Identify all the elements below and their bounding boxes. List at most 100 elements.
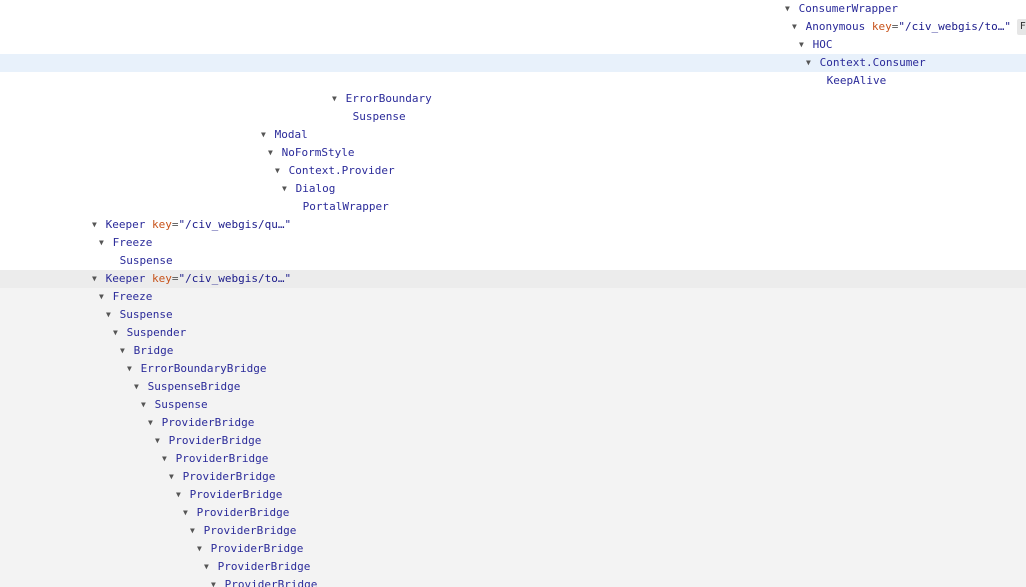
component-name: ProviderBridge xyxy=(189,488,283,501)
component-name: Keeper xyxy=(105,272,146,285)
component-name: Freeze xyxy=(112,290,153,303)
expand-arrow-icon[interactable]: ▼ xyxy=(134,378,141,396)
expand-arrow-icon[interactable]: ▼ xyxy=(197,540,204,558)
expand-arrow-icon[interactable]: ▼ xyxy=(785,0,792,18)
expand-arrow-icon[interactable]: ▼ xyxy=(275,162,282,180)
component-name: ErrorBoundaryBridge xyxy=(140,362,267,375)
expand-arrow-icon[interactable]: ▼ xyxy=(183,504,190,522)
tree-row[interactable]: Suspense xyxy=(0,252,1026,270)
tree-row[interactable]: ▼ Context.Provider xyxy=(0,162,1026,180)
expand-arrow-icon[interactable]: ▼ xyxy=(792,18,799,36)
expand-arrow-icon[interactable]: ▼ xyxy=(176,486,183,504)
expand-arrow-icon[interactable]: ▼ xyxy=(99,288,106,306)
tree-row[interactable]: ▼ SuspenseBridge xyxy=(0,378,1026,396)
tree-row[interactable]: ▼ ProviderBridge xyxy=(0,522,1026,540)
key-attr-label: key xyxy=(871,20,892,33)
component-name: ProviderBridge xyxy=(203,524,297,537)
component-name: Anonymous xyxy=(805,20,866,33)
tree-row[interactable]: ▼ ProviderBridge xyxy=(0,576,1026,587)
tree-row[interactable]: ▼ HOC xyxy=(0,36,1026,54)
tree-row[interactable]: ▼ Suspense xyxy=(0,306,1026,324)
expand-arrow-icon[interactable]: ▼ xyxy=(806,54,813,72)
component-name: Dialog xyxy=(295,182,336,195)
component-name: Suspense xyxy=(352,110,406,123)
component-name: Bridge xyxy=(133,344,174,357)
expand-arrow-icon[interactable]: ▼ xyxy=(268,144,275,162)
expand-arrow-icon[interactable]: ▼ xyxy=(148,414,155,432)
tree-row[interactable]: ▼ ProviderBridge xyxy=(0,468,1026,486)
expand-arrow-icon[interactable]: ▼ xyxy=(106,306,113,324)
component-name: ConsumerWrapper xyxy=(798,2,898,15)
tree-row[interactable]: Suspense xyxy=(0,108,1026,126)
tree-row[interactable]: ▼ Freeze xyxy=(0,234,1026,252)
tree-row[interactable]: ▼ NoFormStyle xyxy=(0,144,1026,162)
component-badge: F xyxy=(1016,19,1026,35)
tree-row[interactable]: ▼ ErrorBoundaryBridge xyxy=(0,360,1026,378)
key-attr-label: key xyxy=(152,272,172,285)
key-value: "/civ_webgis/qu…" xyxy=(178,218,292,231)
expand-arrow-icon[interactable]: ▼ xyxy=(113,324,120,342)
tree-row[interactable]: KeepAlive xyxy=(0,72,1026,90)
component-name: NoFormStyle xyxy=(281,146,355,159)
component-name: Modal xyxy=(274,128,308,141)
key-equals: = xyxy=(171,272,179,285)
tree-row[interactable]: ▼ ProviderBridge xyxy=(0,558,1026,576)
expand-arrow-icon[interactable]: ▼ xyxy=(282,180,289,198)
component-name: ErrorBoundary xyxy=(345,92,432,105)
component-name: HOC xyxy=(812,38,833,51)
tree-row[interactable]: PortalWrapper xyxy=(0,198,1026,216)
component-name: ProviderBridge xyxy=(224,578,318,587)
expand-arrow-icon[interactable]: ▼ xyxy=(141,396,148,414)
tree-row[interactable]: ▼ ProviderBridge xyxy=(0,540,1026,558)
component-name: ProviderBridge xyxy=(210,542,304,555)
tree-row-selected[interactable]: ▼ Context.Consumer xyxy=(0,54,1026,72)
tree-row[interactable]: ▼ ErrorBoundary xyxy=(0,90,1026,108)
tree-row[interactable]: ▼ Freeze xyxy=(0,288,1026,306)
component-name: Context.Consumer xyxy=(819,56,926,69)
key-value: "/civ_webgis/to…" xyxy=(178,272,292,285)
tree-row-hovered[interactable]: ▼ Keeper key="/civ_webgis/to…" xyxy=(0,270,1026,288)
expand-arrow-icon[interactable]: ▼ xyxy=(332,90,339,108)
expand-arrow-icon[interactable]: ▼ xyxy=(92,270,99,288)
expand-arrow-icon[interactable]: ▼ xyxy=(799,36,806,54)
expand-arrow-icon[interactable]: ▼ xyxy=(120,342,127,360)
component-name: Suspense xyxy=(119,308,173,321)
tree-row[interactable]: ▼ ProviderBridge xyxy=(0,504,1026,522)
component-tree: ▼ ConsumerWrapper ▼ Anonymous key="/civ_… xyxy=(0,0,1026,587)
tree-row[interactable]: ▼ ProviderBridge xyxy=(0,432,1026,450)
tree-row[interactable]: ▼ ProviderBridge xyxy=(0,414,1026,432)
expand-arrow-icon[interactable]: ▼ xyxy=(99,234,106,252)
key-equals: = xyxy=(171,218,179,231)
key-attr-label: key xyxy=(152,218,172,231)
component-name: ProviderBridge xyxy=(182,470,276,483)
tree-row[interactable]: ▼ Suspender xyxy=(0,324,1026,342)
component-name: Suspender xyxy=(126,326,187,339)
component-name: SuspenseBridge xyxy=(147,380,241,393)
expand-arrow-icon[interactable]: ▼ xyxy=(92,216,99,234)
component-name: ProviderBridge xyxy=(217,560,311,573)
expand-arrow-icon[interactable]: ▼ xyxy=(155,432,162,450)
component-name: Keeper xyxy=(105,218,146,231)
component-name: PortalWrapper xyxy=(302,200,389,213)
tree-row[interactable]: ▼ ConsumerWrapper xyxy=(0,0,1026,18)
expand-arrow-icon[interactable]: ▼ xyxy=(162,450,169,468)
expand-arrow-icon[interactable]: ▼ xyxy=(169,468,176,486)
component-name: Suspense xyxy=(119,254,173,267)
component-name: Freeze xyxy=(112,236,153,249)
expand-arrow-icon[interactable]: ▼ xyxy=(204,558,211,576)
component-name: ProviderBridge xyxy=(175,452,269,465)
tree-row[interactable]: ▼ Dialog xyxy=(0,180,1026,198)
tree-row[interactable]: ▼ Suspense xyxy=(0,396,1026,414)
expand-arrow-icon[interactable]: ▼ xyxy=(211,576,218,587)
tree-row[interactable]: ▼ ProviderBridge xyxy=(0,486,1026,504)
expand-arrow-icon[interactable]: ▼ xyxy=(127,360,134,378)
key-value: "/civ_webgis/to…" xyxy=(898,20,1011,33)
tree-row[interactable]: ▼ ProviderBridge xyxy=(0,450,1026,468)
component-name: ProviderBridge xyxy=(161,416,255,429)
expand-arrow-icon[interactable]: ▼ xyxy=(261,126,268,144)
tree-row[interactable]: ▼ Modal xyxy=(0,126,1026,144)
expand-arrow-icon[interactable]: ▼ xyxy=(190,522,197,540)
tree-row[interactable]: ▼ Keeper key="/civ_webgis/qu…" xyxy=(0,216,1026,234)
tree-row[interactable]: ▼ Bridge xyxy=(0,342,1026,360)
tree-row[interactable]: ▼ Anonymous key="/civ_webgis/to…" F xyxy=(0,18,1026,36)
